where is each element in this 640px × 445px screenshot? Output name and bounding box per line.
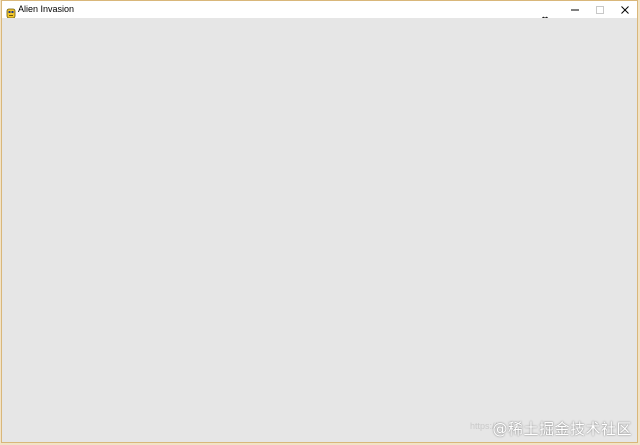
app-window: Alien Invasion [1, 0, 638, 443]
close-icon [620, 0, 630, 19]
pygame-snake-icon [6, 4, 16, 19]
maximize-icon [595, 0, 605, 19]
maximize-button[interactable] [587, 1, 612, 18]
minimize-icon [570, 0, 580, 19]
window-title: Alien Invasion [18, 4, 75, 14]
dots-icon [542, 5, 548, 20]
title-bar[interactable]: Alien Invasion [2, 1, 637, 20]
window-controls [562, 1, 637, 18]
close-button[interactable] [612, 1, 637, 18]
game-canvas[interactable] [2, 18, 637, 442]
minimize-button[interactable] [562, 1, 587, 18]
watermark-text: @稀土掘金技术社区 [492, 420, 632, 438]
